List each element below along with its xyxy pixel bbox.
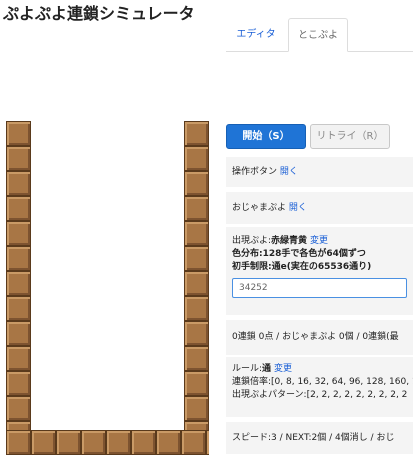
wall-block <box>6 321 31 346</box>
tab-editor[interactable]: エディタ <box>226 18 286 52</box>
chain-stats-row: 0連鎖 0点 / おじゃまぷよ 0個 / 0連鎖(最 <box>226 320 413 355</box>
seed-input[interactable] <box>232 278 407 298</box>
wall-block <box>184 321 209 346</box>
wall-block <box>6 430 31 455</box>
wall-block <box>56 430 81 455</box>
puyo-field <box>6 121 209 456</box>
wall-block <box>6 346 31 371</box>
wall-block <box>184 221 209 246</box>
wall-block <box>184 146 209 171</box>
chain-rate: 連鎖倍率:[0, 8, 16, 32, 64, 96, 128, 160, 19 <box>232 377 413 387</box>
speed-status-row: スピード:3 / NEXT:2個 / 4個消し / おじ <box>226 422 413 454</box>
field-wall-right <box>184 121 209 430</box>
operation-buttons-row: 操作ボタン 開く <box>226 157 413 187</box>
wall-block <box>106 430 131 455</box>
wall-block <box>184 396 209 421</box>
wall-block <box>6 296 31 321</box>
wall-block <box>6 246 31 271</box>
rule-change-link[interactable]: 変更 <box>274 364 292 374</box>
wall-block <box>184 271 209 296</box>
rules-row: ルール:通 変更 連鎖倍率:[0, 8, 16, 32, 64, 96, 128… <box>226 357 413 417</box>
field-wall-bottom <box>6 430 209 456</box>
wall-block <box>6 121 31 146</box>
wall-block <box>184 371 209 396</box>
rule-label: ルール: <box>232 364 263 374</box>
wall-block <box>206 430 209 455</box>
operation-buttons-open-link[interactable]: 開く <box>280 167 298 177</box>
wall-block <box>131 430 156 455</box>
start-button[interactable]: 開始（S） <box>226 124 306 149</box>
tab-tokopuyo[interactable]: とこぷよ <box>288 18 348 52</box>
wall-block <box>31 430 56 455</box>
field-wall-left <box>6 121 31 430</box>
wall-block <box>6 146 31 171</box>
wall-block <box>184 246 209 271</box>
mode-tabs: エディタ とこぷよ <box>226 18 413 52</box>
wall-block <box>6 171 31 196</box>
wall-block <box>184 421 209 430</box>
wall-block <box>156 430 181 455</box>
wall-block <box>6 371 31 396</box>
puyo-settings-row: 出現ぷよ:赤緑青黄 変更 色分布:128手で各色が64個ずつ 初手制限:通e(実… <box>226 227 413 315</box>
appear-puyo-label: 出現ぷよ: <box>232 236 272 246</box>
appear-puyo-value: 赤緑青黄 <box>271 236 308 246</box>
retry-button[interactable]: リトライ（R） <box>310 124 390 149</box>
color-distribution: 色分布:128手で各色が64個ずつ <box>232 249 366 259</box>
wall-block <box>181 430 206 455</box>
wall-block <box>6 421 31 430</box>
rule-value: 通 <box>262 364 272 374</box>
puyo-pattern: 出現ぷよパターン:[2, 2, 2, 2, 2, 2, 2, 2, 2 <box>232 390 408 400</box>
wall-block <box>184 296 209 321</box>
operation-buttons-label: 操作ボタン <box>232 167 278 177</box>
ojama-label: おじゃまぷよ <box>232 203 287 213</box>
app-title: ぷよぷよ連鎖シミュレータ <box>3 4 195 23</box>
wall-block <box>6 396 31 421</box>
wall-block <box>6 271 31 296</box>
wall-block <box>184 121 209 146</box>
wall-block <box>184 196 209 221</box>
wall-block <box>184 346 209 371</box>
first-move-limit: 初手制限:通e(実在の65536通り) <box>232 262 372 272</box>
wall-block <box>6 196 31 221</box>
wall-block <box>81 430 106 455</box>
ojama-open-link[interactable]: 開く <box>289 203 307 213</box>
appear-puyo-change-link[interactable]: 変更 <box>310 236 328 246</box>
control-panel: 開始（S） リトライ（R） 操作ボタン 開く おじゃまぷよ 開く 出現ぷよ:赤緑… <box>226 119 413 457</box>
ojama-row: おじゃまぷよ 開く <box>226 192 413 224</box>
wall-block <box>184 171 209 196</box>
wall-block <box>6 221 31 246</box>
